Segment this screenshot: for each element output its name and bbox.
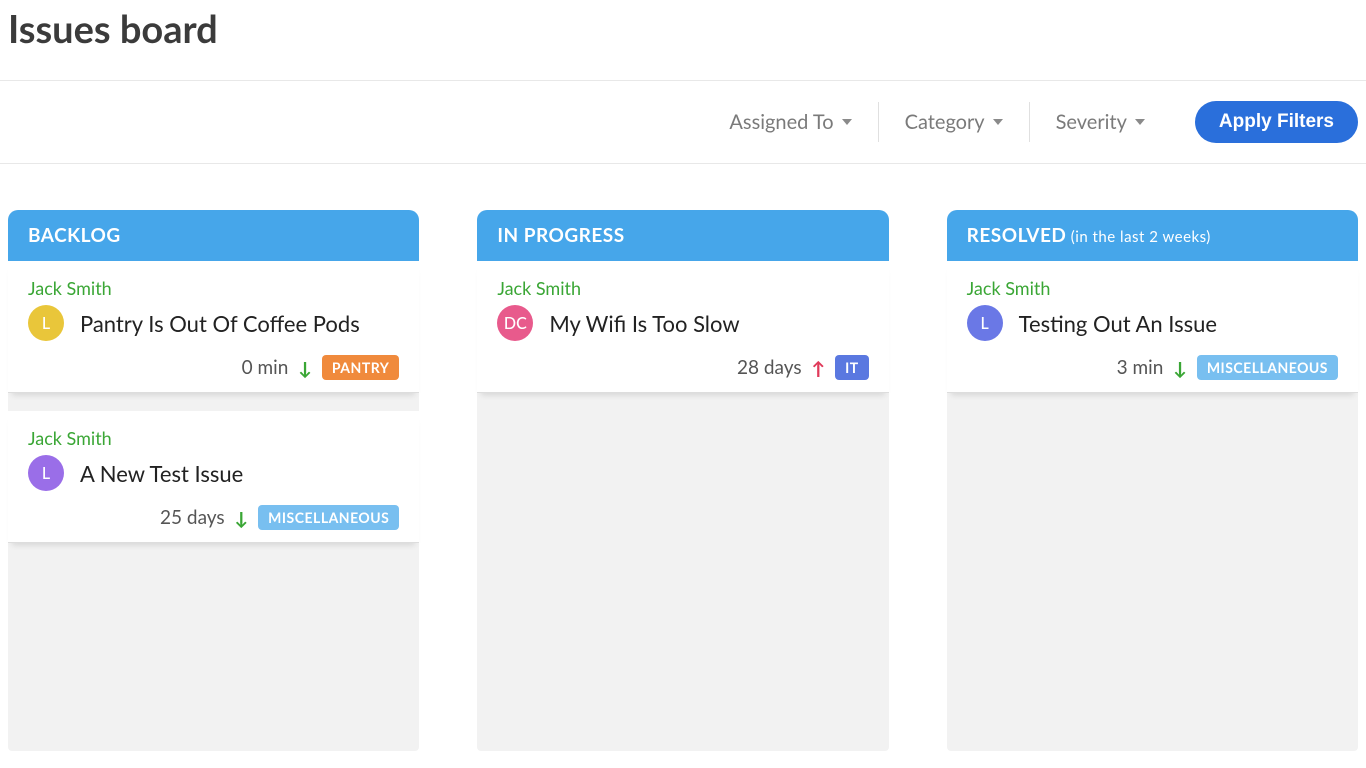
caret-down-icon: [842, 119, 852, 125]
caret-down-icon: [993, 119, 1003, 125]
filter-category-label: Category: [905, 110, 985, 134]
column-body: Jack Smith L Testing Out An Issue 3 min ↓ MIS…: [947, 261, 1358, 751]
issue-age: 25 days: [160, 506, 225, 529]
category-tag: IT: [835, 355, 869, 380]
filters-bar: Assigned To Category Severity Apply Filt…: [0, 81, 1366, 164]
issue-title-row: L Testing Out An Issue: [967, 305, 1338, 341]
column-title: BACKLOG: [28, 224, 121, 247]
issue-title: Pantry Is Out Of Coffee Pods: [80, 310, 360, 337]
issue-meta: 25 days ↓ MISCELLANEOUS: [28, 491, 399, 530]
issue-title: My Wifi Is Too Slow: [549, 310, 739, 337]
column-body: Jack Smith L Pantry Is Out Of Coffee Pods 0…: [8, 261, 419, 751]
issue-card[interactable]: Jack Smith L Pantry Is Out Of Coffee Pods 0…: [8, 261, 419, 393]
issue-title-row: L A New Test Issue: [28, 455, 399, 491]
issue-card[interactable]: Jack Smith L A New Test Issue 25 days ↓ MISCE…: [8, 411, 419, 543]
column-body: Jack Smith DC My Wifi Is Too Slow 28 days ↑ I…: [477, 261, 888, 751]
column-title: RESOLVED: [967, 224, 1067, 247]
issue-card[interactable]: Jack Smith L Testing Out An Issue 3 min ↓ MIS…: [947, 261, 1358, 393]
issue-card[interactable]: Jack Smith DC My Wifi Is Too Slow 28 days ↑ I…: [477, 261, 888, 393]
issue-title: A New Test Issue: [80, 460, 243, 487]
column-subtitle: (in the last 2 weeks): [1066, 228, 1210, 246]
category-tag: MISCELLANEOUS: [258, 505, 399, 530]
arrow-up-icon: ↑: [812, 359, 826, 377]
issue-title-row: DC My Wifi Is Too Slow: [497, 305, 868, 341]
category-tag: PANTRY: [322, 355, 399, 380]
filter-assigned-to-label: Assigned To: [729, 110, 833, 134]
issue-reporter: Jack Smith: [28, 277, 399, 299]
issue-title: Testing Out An Issue: [1019, 310, 1217, 337]
apply-filters-button[interactable]: Apply Filters: [1195, 101, 1358, 143]
issue-meta: 0 min ↓ PANTRY: [28, 341, 399, 380]
filter-severity-label: Severity: [1056, 110, 1127, 134]
issue-title-row: L Pantry Is Out Of Coffee Pods: [28, 305, 399, 341]
issue-meta: 28 days ↑ IT: [497, 341, 868, 380]
kanban-column: IN PROGRESS Jack Smith DC My Wifi Is Too Sl…: [477, 210, 888, 751]
column-title: IN PROGRESS: [497, 224, 624, 247]
kanban-column: RESOLVED (in the last 2 weeks) Jack Smith…: [947, 210, 1358, 751]
filter-category[interactable]: Category: [879, 102, 1030, 142]
arrow-down-icon: ↓: [235, 509, 249, 527]
avatar: L: [967, 305, 1003, 341]
avatar: L: [28, 305, 64, 341]
arrow-down-icon: ↓: [298, 359, 312, 377]
issue-reporter: Jack Smith: [28, 427, 399, 449]
arrow-down-icon: ↓: [1173, 359, 1187, 377]
page-title: Issues board: [0, 0, 1366, 81]
filter-severity[interactable]: Severity: [1030, 102, 1171, 142]
issue-age: 0 min: [242, 356, 289, 379]
caret-down-icon: [1135, 119, 1145, 125]
column-header: IN PROGRESS: [477, 210, 888, 261]
avatar: DC: [497, 305, 533, 341]
issue-meta: 3 min ↓ MISCELLANEOUS: [967, 341, 1338, 380]
filter-assigned-to[interactable]: Assigned To: [703, 102, 878, 142]
column-header: RESOLVED (in the last 2 weeks): [947, 210, 1358, 261]
category-tag: MISCELLANEOUS: [1197, 355, 1338, 380]
issue-reporter: Jack Smith: [967, 277, 1338, 299]
column-header: BACKLOG: [8, 210, 419, 261]
issue-age: 28 days: [737, 356, 802, 379]
issue-reporter: Jack Smith: [497, 277, 868, 299]
kanban-columns: BACKLOG Jack Smith L Pantry Is Out Of Coffe…: [0, 164, 1366, 751]
avatar: L: [28, 455, 64, 491]
issue-age: 3 min: [1117, 356, 1164, 379]
kanban-column: BACKLOG Jack Smith L Pantry Is Out Of Coffe…: [8, 210, 419, 751]
